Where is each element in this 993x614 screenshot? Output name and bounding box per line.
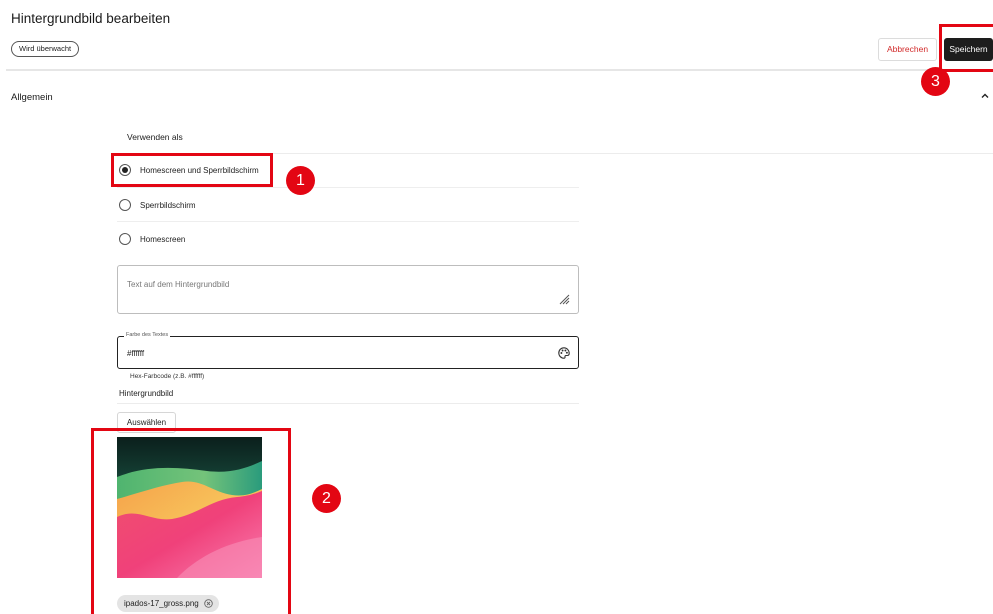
radio-label: Homescreen [140, 234, 186, 244]
row-divider [117, 221, 579, 222]
annotation-box-save [939, 24, 993, 72]
wallpaper-text-field[interactable]: Text auf dem Hintergrundbild [117, 265, 579, 314]
cancel-button[interactable]: Abbrechen [878, 38, 937, 61]
radio-option-lockscreen[interactable]: Sperrbildschirm [119, 197, 196, 213]
annotation-box-radio [111, 153, 273, 187]
usage-group-label: Verwenden als [127, 132, 183, 142]
palette-icon[interactable] [558, 347, 570, 359]
radio-label: Sperrbildschirm [140, 200, 196, 210]
text-color-value: #ffffff [127, 349, 145, 358]
text-color-helper: Hex-Farbcode (z.B. #ffffff) [130, 373, 205, 380]
text-color-field[interactable]: Farbe des Textes #ffffff [117, 332, 579, 369]
section-title: Allgemein [11, 92, 53, 103]
radio-button[interactable] [119, 233, 131, 245]
radio-button[interactable] [119, 199, 131, 211]
text-color-label: Farbe des Textes [124, 332, 171, 338]
annotation-badge-2: 2 [312, 484, 341, 513]
header-divider [6, 69, 993, 71]
annotation-badge-1: 1 [286, 166, 315, 195]
wallpaper-text-placeholder: Text auf dem Hintergrundbild [127, 280, 230, 289]
page-title: Hintergrundbild bearbeiten [11, 11, 171, 26]
annotation-box-image [91, 428, 291, 614]
row-divider [117, 187, 579, 188]
resize-handle-icon[interactable] [558, 293, 570, 305]
background-image-label: Hintergrundbild [119, 389, 174, 398]
annotation-badge-3: 3 [921, 67, 950, 96]
chevron-up-icon[interactable] [979, 90, 991, 102]
background-divider [117, 403, 579, 404]
status-badge: Wird überwacht [11, 41, 80, 57]
radio-option-homescreen[interactable]: Homescreen [119, 231, 185, 247]
